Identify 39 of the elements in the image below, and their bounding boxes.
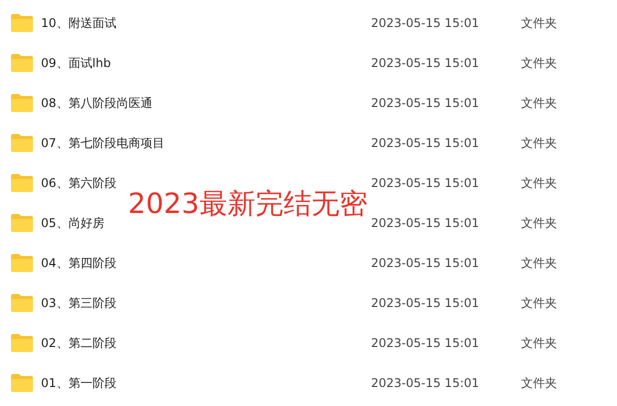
file-type: 文件夹 <box>521 215 557 232</box>
modified-date: 2023-05-15 15:01 <box>371 95 480 112</box>
file-type: 文件夹 <box>521 55 557 72</box>
modified-date: 2023-05-15 15:01 <box>371 335 480 352</box>
folder-icon <box>11 14 33 32</box>
file-type: 文件夹 <box>521 335 557 352</box>
folder-icon <box>11 374 33 392</box>
file-type: 文件夹 <box>521 175 557 192</box>
file-type: 文件夹 <box>521 15 557 32</box>
modified-date: 2023-05-15 15:01 <box>371 55 480 72</box>
folder-icon <box>11 94 33 112</box>
folder-icon <box>11 214 33 232</box>
folder-icon <box>11 334 33 352</box>
file-type: 文件夹 <box>521 95 557 112</box>
folder-icon <box>11 174 33 192</box>
file-type: 文件夹 <box>521 375 557 392</box>
modified-date: 2023-05-15 15:01 <box>371 255 480 272</box>
file-name[interactable]: 10、附送面试 <box>41 14 371 32</box>
file-name[interactable]: 01、第一阶段 <box>41 374 371 392</box>
folder-icon <box>11 134 33 152</box>
folder-icon <box>11 254 33 272</box>
modified-date: 2023-05-15 15:01 <box>371 175 480 192</box>
modified-date: 2023-05-15 15:01 <box>371 135 480 152</box>
file-name[interactable]: 04、第四阶段 <box>41 254 371 272</box>
file-name[interactable]: 09、面试lhb <box>41 54 371 72</box>
file-type: 文件夹 <box>521 255 557 272</box>
modified-date: 2023-05-15 15:01 <box>371 215 480 232</box>
file-name[interactable]: 07、第七阶段电商项目 <box>41 134 371 152</box>
file-name[interactable]: 03、第三阶段 <box>41 294 371 312</box>
file-type: 文件夹 <box>521 295 557 312</box>
modified-date: 2023-05-15 15:01 <box>371 375 480 392</box>
file-name[interactable]: 02、第二阶段 <box>41 334 371 352</box>
file-type: 文件夹 <box>521 135 557 152</box>
modified-date: 2023-05-15 15:01 <box>371 295 480 312</box>
modified-date: 2023-05-15 15:01 <box>371 15 480 32</box>
folder-icon <box>11 54 33 72</box>
overlay-text: 2023最新完结无密 <box>128 186 368 222</box>
folder-icon <box>11 294 33 312</box>
file-name[interactable]: 08、第八阶段尚医通 <box>41 94 371 112</box>
